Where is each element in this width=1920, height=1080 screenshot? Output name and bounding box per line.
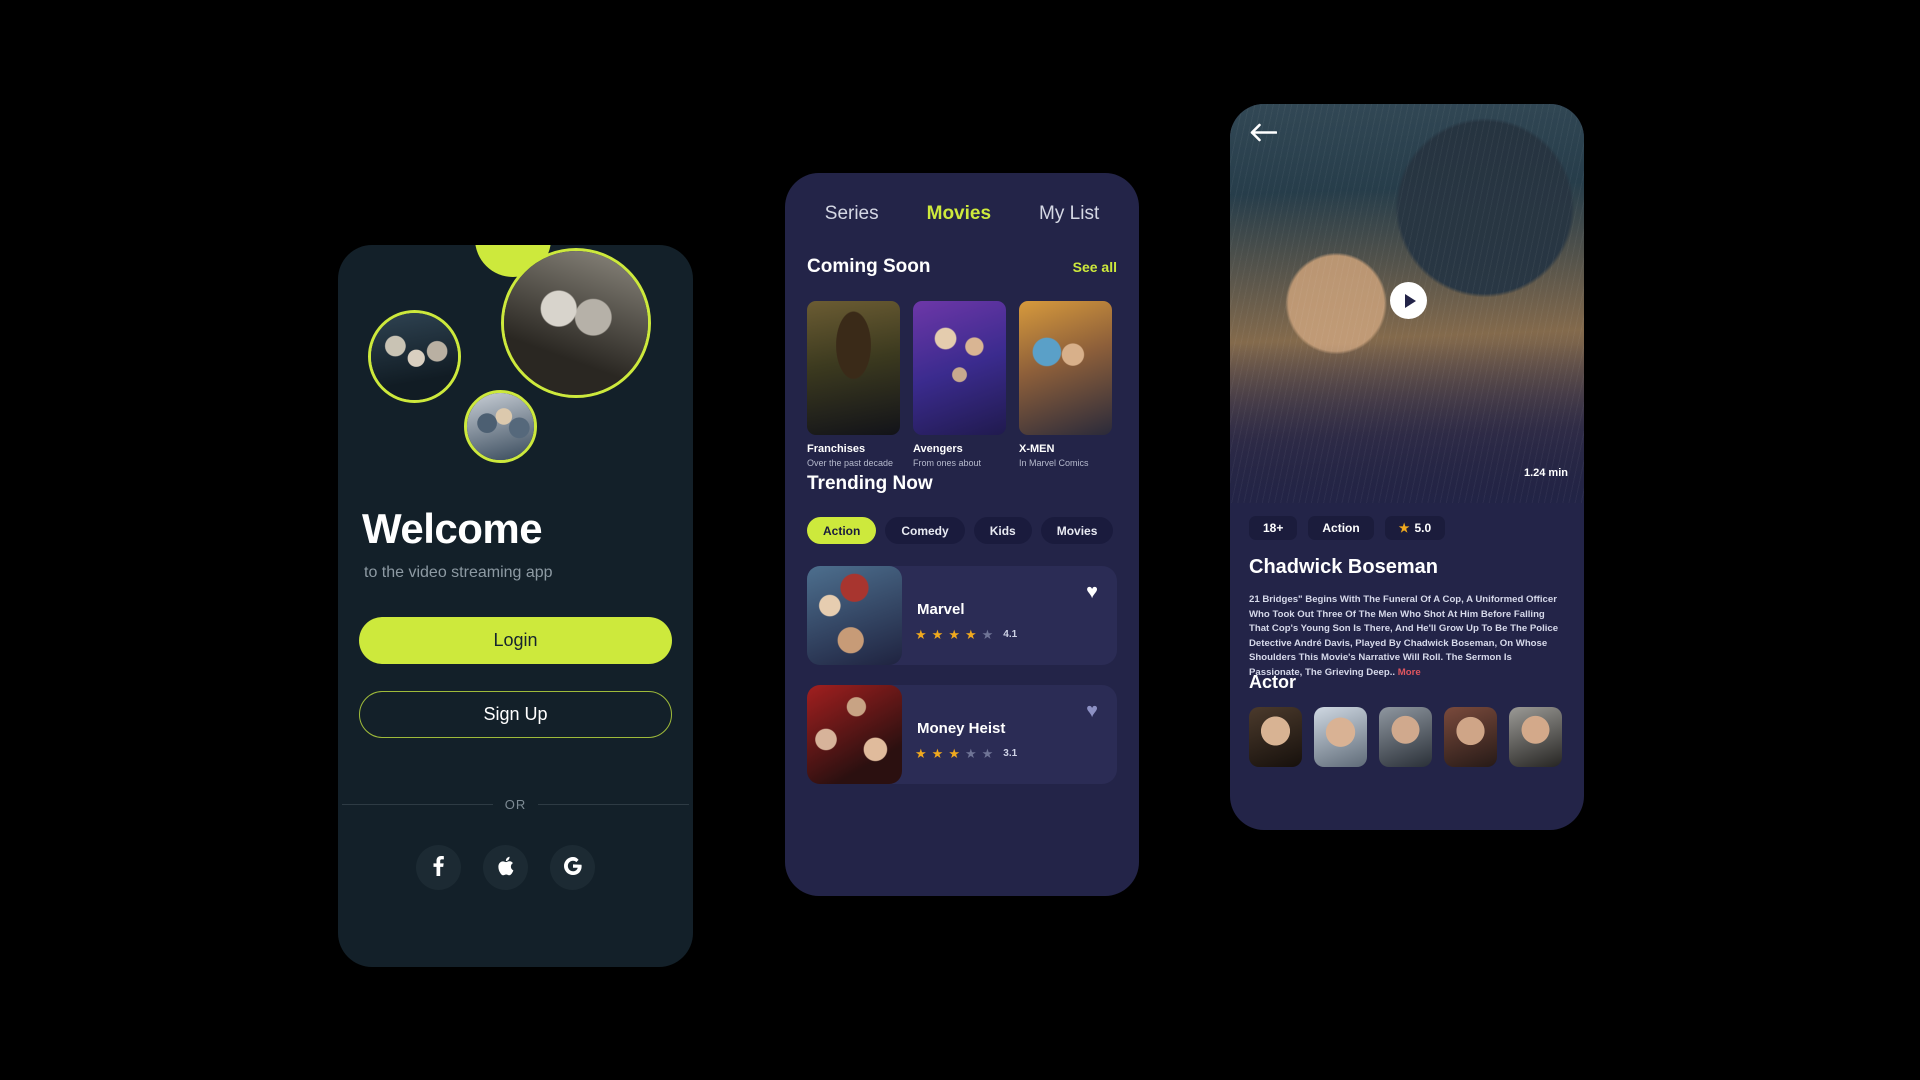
star-icon: ★ <box>964 627 977 642</box>
genre-filter-chips: Action Comedy Kids Movies <box>807 517 1127 544</box>
star-icon: ★ <box>915 746 927 761</box>
actor-list <box>1249 707 1567 767</box>
star-icon: ★ <box>1398 521 1410 535</box>
welcome-screen: Welcome to the video streaming app Login… <box>338 245 693 967</box>
coming-soon-title: Coming Soon <box>807 256 931 277</box>
coming-soon-header: Coming Soon See all <box>785 256 1139 278</box>
page-subtitle: to the video streaming app <box>364 564 553 581</box>
marvel-thumbnail <box>807 566 902 665</box>
status-badge-genre: Action <box>1308 516 1374 540</box>
divider-line-right <box>538 803 689 805</box>
google-icon <box>563 857 582 878</box>
divider-label: OR <box>504 796 527 812</box>
status-badge-rating: ★ 5.0 <box>1384 516 1446 540</box>
chip-comedy[interactable]: Comedy <box>885 517 965 544</box>
rating-value: 4.1 <box>1003 629 1018 640</box>
poster-title: X-MEN <box>1019 443 1055 455</box>
rating-row: ★ ★ ★ ★ ★ 3.1 <box>915 747 1017 760</box>
more-link[interactable]: More <box>1398 667 1421 678</box>
poster-subtitle: From ones about <box>913 458 982 468</box>
tab-my-list[interactable]: My List <box>1039 203 1099 225</box>
star-icon: ★ <box>964 746 977 761</box>
tab-series[interactable]: Series <box>825 203 879 225</box>
description-text: 21 Bridges" Begins With The Funeral Of A… <box>1249 593 1561 680</box>
rating-value: 3.1 <box>1003 748 1018 759</box>
star-icon: ★ <box>915 627 927 642</box>
tab-movies[interactable]: Movies <box>927 203 991 225</box>
table-row[interactable]: Marvel ★ ★ ★ ★ ★ 4.1 ♥ <box>807 566 1117 665</box>
play-button[interactable] <box>1390 282 1427 319</box>
back-button[interactable] <box>1246 117 1280 151</box>
actor-section-title: Actor <box>1249 672 1297 692</box>
table-row[interactable]: Money Heist ★ ★ ★ ★ ★ 3.1 ♥ <box>807 685 1117 784</box>
star-icon: ★ <box>931 627 944 642</box>
xmen-poster-image <box>1019 301 1112 435</box>
star-icon: ★ <box>948 627 960 642</box>
movies-screen: Series Movies My List Coming Soon See al… <box>785 173 1139 896</box>
avatar[interactable] <box>1379 707 1432 767</box>
star-icon: ★ <box>981 746 994 761</box>
chip-movies[interactable]: Movies <box>1040 517 1114 544</box>
trending-header: Trending Now <box>785 473 1139 495</box>
list-item[interactable]: Avengers From ones about <box>913 301 1006 468</box>
poster-title: Avengers <box>913 443 963 455</box>
avatar[interactable] <box>1509 707 1562 767</box>
page-title: Welcome <box>362 505 543 552</box>
money-heist-thumbnail <box>807 685 902 784</box>
app-mockup-stage: Welcome to the video streaming app Login… <box>0 0 1920 1080</box>
poster-subtitle: In Marvel Comics <box>1019 458 1089 468</box>
apple-icon <box>497 856 514 879</box>
divider: OR <box>342 795 689 813</box>
status-badge-age: 18+ <box>1249 516 1298 540</box>
trending-title: Trending Now <box>807 473 933 494</box>
trending-title-marvel: Marvel <box>917 601 965 618</box>
apple-login-button[interactable] <box>483 845 528 890</box>
star-icon: ★ <box>948 746 960 761</box>
social-login-row <box>416 845 616 890</box>
duration-label: 1.24 min <box>1523 467 1568 479</box>
divider-line-left <box>342 803 493 805</box>
poster-title: Franchises <box>807 443 866 455</box>
favorite-heart-icon[interactable]: ♥ <box>1086 582 1098 602</box>
arrow-left-icon <box>1250 123 1277 145</box>
avengers-poster-image <box>913 301 1006 435</box>
chip-kids[interactable]: Kids <box>973 517 1032 544</box>
favorite-heart-icon[interactable]: ♥ <box>1086 701 1098 721</box>
list-item[interactable]: Franchises Over the past decade <box>807 301 900 468</box>
description-body: 21 Bridges" Begins With The Funeral Of A… <box>1249 594 1559 678</box>
facebook-icon <box>433 856 444 879</box>
star-icon: ★ <box>931 746 944 761</box>
franchises-poster-image <box>807 301 900 435</box>
signup-button[interactable]: Sign Up <box>359 691 672 738</box>
login-button[interactable]: Login <box>359 617 672 664</box>
star-icon: ★ <box>981 627 994 642</box>
trending-title-money-heist: Money Heist <box>917 720 1006 737</box>
avatar[interactable] <box>1444 707 1497 767</box>
avatar[interactable] <box>1249 707 1302 767</box>
play-icon <box>1404 293 1416 308</box>
avatar[interactable] <box>1314 707 1367 767</box>
google-login-button[interactable] <box>550 845 595 890</box>
rating-row: ★ ★ ★ ★ ★ 4.1 <box>915 628 1017 641</box>
poster-subtitle: Over the past decade <box>807 458 894 468</box>
welcome-content: Welcome to the video streaming app Login… <box>338 245 693 967</box>
page-title: Chadwick Boseman <box>1249 556 1438 578</box>
tab-bar: Series Movies My List <box>785 203 1139 225</box>
see-all-button[interactable]: See all <box>1073 259 1117 275</box>
rating-value: 5.0 <box>1414 521 1432 535</box>
badge-row: 18+ Action ★ 5.0 <box>1249 516 1446 540</box>
list-item[interactable]: X-MEN In Marvel Comics <box>1019 301 1112 468</box>
facebook-login-button[interactable] <box>416 845 461 890</box>
chip-action[interactable]: Action <box>807 517 877 544</box>
coming-soon-list: Franchises Over the past decade Avengers… <box>807 301 1139 468</box>
detail-screen: 1.24 min 18+ Action ★ 5.0 Chadwick Bosem… <box>1230 104 1584 830</box>
